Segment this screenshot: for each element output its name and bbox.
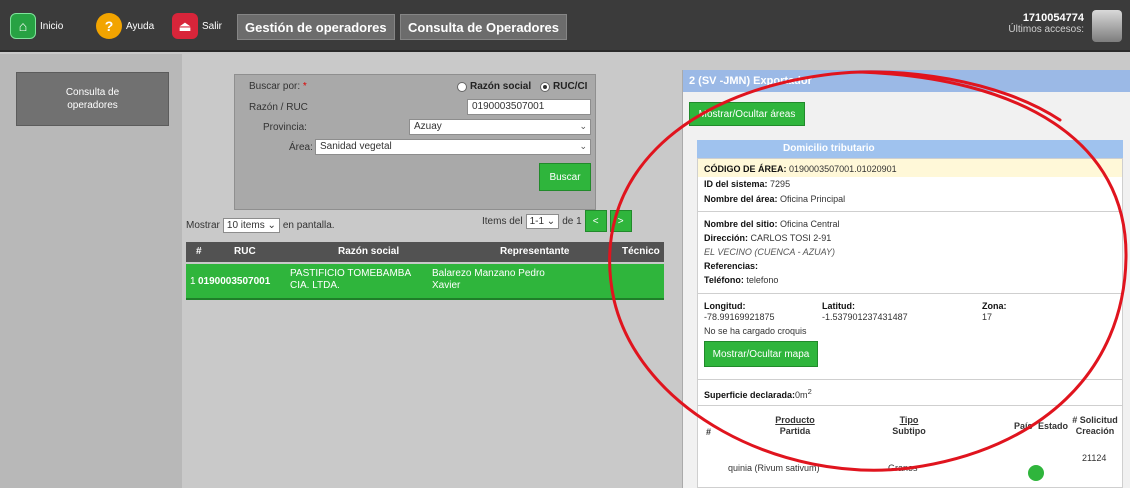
- sidebar-item-label: Consulta de operadores: [65, 87, 120, 111]
- col-tecnico: Técnico: [622, 246, 660, 257]
- table-row[interactable]: 1 0190003507001 PASTIFICIO TOMEBAMBA CIA…: [186, 264, 664, 300]
- col-num: #: [706, 427, 712, 437]
- radio-razon-social[interactable]: Razón social: [457, 81, 531, 92]
- latitud-label: Latitud:: [822, 301, 855, 311]
- buscar-por-label: Buscar por: *: [249, 81, 307, 92]
- radio-ruc-dot: [540, 81, 550, 92]
- domicilio-section-title: Domicilio tributario: [697, 140, 1123, 158]
- items-per-page-select[interactable]: 10 items ⌄: [222, 218, 280, 233]
- search-area: Buscar por: * Razón social RUC/CI Razón …: [182, 54, 668, 488]
- ayuda-label: Ayuda: [126, 20, 155, 32]
- inicio-label: Inicio: [40, 20, 64, 32]
- cell-representante: Balarezo Manzano Pedro Xavier: [432, 268, 545, 291]
- operator-detail-panel: 2 (SV -JMN) Exportador Mostrar/Ocultar á…: [682, 70, 1130, 488]
- search-form: Buscar por: * Razón social RUC/CI Razón …: [234, 74, 596, 210]
- chevron-down-icon: ⌄: [579, 141, 587, 151]
- superficie-declarada: Superficie declarada:0m2: [704, 387, 812, 400]
- items-per-page: Mostrar 10 items ⌄ en pantalla.: [186, 218, 335, 233]
- col-solicitud: # Solicitud Creación: [1072, 415, 1118, 436]
- detail-header: 2 (SV -JMN) Exportador: [683, 70, 1130, 92]
- referencias: Referencias:: [704, 261, 759, 271]
- col-representante: Representante: [500, 246, 570, 257]
- cell-razon-social: PASTIFICIO TOMEBAMBA CIA. LTDA.: [290, 268, 411, 291]
- home-icon: ⌂: [10, 13, 36, 39]
- area-label: Área:: [289, 142, 313, 153]
- divider: [698, 379, 1122, 380]
- divider: [698, 211, 1122, 212]
- provincia-select[interactable]: Azuay ⌄: [409, 119, 591, 135]
- next-page-button[interactable]: >: [609, 210, 632, 232]
- sidebar-item-consulta-operadores[interactable]: Consulta de operadores: [16, 72, 169, 126]
- salir-button[interactable]: ⏏ Salir: [172, 12, 222, 40]
- nombre-sitio: Nombre del sitio: Oficina Central: [704, 219, 840, 229]
- pagination: Items del 1-1 ⌄ de 1 < >: [482, 210, 632, 232]
- inicio-button[interactable]: ⌂ Inicio: [10, 12, 63, 40]
- prev-page-button[interactable]: <: [584, 210, 607, 232]
- chevron-down-icon: ⌄: [579, 121, 587, 131]
- user-info: 1710054774 Últimos accesos:: [1008, 12, 1084, 35]
- col-pais: País: [1014, 421, 1033, 431]
- salir-label: Salir: [202, 20, 223, 32]
- col-producto: Producto Partida: [775, 415, 815, 436]
- croquis-note: No se ha cargado croquis: [704, 326, 807, 336]
- row-tipo: Granos: [888, 463, 918, 473]
- tab-consulta-operadores[interactable]: Consulta de Operadores: [400, 14, 567, 40]
- cell-num: 1: [190, 276, 196, 287]
- status-dot-icon: [1028, 465, 1044, 481]
- cell-ruc: 0190003507001: [198, 276, 271, 287]
- col-estado: Estado: [1038, 421, 1069, 431]
- zona-value: 17: [982, 312, 993, 322]
- last-access: Últimos accesos:: [1008, 24, 1084, 35]
- help-icon: ?: [96, 13, 122, 39]
- direccion: Dirección: CARLOS TOSI 2-91: [704, 233, 832, 243]
- col-num: #: [196, 246, 202, 257]
- divider: [698, 405, 1122, 406]
- col-tipo: Tipo Subtipo: [892, 415, 926, 436]
- longitud-value: -78.99169921875: [704, 312, 775, 322]
- top-bar: ⌂ Inicio ? Ayuda ⏏ Salir Gestión de oper…: [0, 0, 1130, 52]
- radio-ruc-ci[interactable]: RUC/CI: [540, 81, 587, 92]
- row-producto: quinia (Rivum sativum): [728, 463, 820, 473]
- col-razon-social: Razón social: [338, 246, 400, 257]
- nombre-area: Nombre del área: Oficina Principal: [704, 194, 846, 204]
- latitud-value: -1.537901237431487: [822, 312, 908, 322]
- avatar[interactable]: [1092, 10, 1122, 42]
- longitud-label: Longitud:: [704, 301, 746, 311]
- telefono: Teléfono: telefono: [704, 275, 779, 285]
- page-range-select[interactable]: 1-1 ⌄: [525, 213, 560, 229]
- razon-ruc-label: Razón / RUC: [249, 102, 308, 113]
- radio-razon-dot: [457, 81, 467, 92]
- ruc-input[interactable]: 0190003507001: [467, 99, 591, 115]
- col-ruc: RUC: [234, 246, 256, 257]
- exit-icon: ⏏: [172, 13, 198, 39]
- table-header: # RUC Razón social Representante Técnico: [186, 242, 664, 262]
- id-sistema: ID del sistema: 7295: [704, 179, 791, 189]
- toggle-areas-button[interactable]: Mostrar/Ocultar áreas: [689, 102, 805, 126]
- zona-label: Zona:: [982, 301, 1007, 311]
- user-id: 1710054774: [1022, 12, 1084, 24]
- buscar-button[interactable]: Buscar: [539, 163, 591, 191]
- divider: [698, 293, 1122, 294]
- row-solicitud: 21124: [1082, 453, 1107, 463]
- area-select[interactable]: Sanidad vegetal ⌄: [315, 139, 591, 155]
- ubicacion: EL VECINO (CUENCA - AZUAY): [704, 247, 836, 257]
- sidebar: Consulta de operadores: [0, 54, 182, 488]
- domicilio-details: CÓDIGO DE ÁREA: 0190003507001.01020901 I…: [697, 158, 1123, 488]
- codigo-area: CÓDIGO DE ÁREA: 0190003507001.01020901: [704, 164, 897, 174]
- tab-gestion-operadores[interactable]: Gestión de operadores: [237, 14, 395, 40]
- toggle-mapa-button[interactable]: Mostrar/Ocultar mapa: [704, 341, 818, 367]
- provincia-label: Provincia:: [263, 122, 307, 133]
- ayuda-button[interactable]: ? Ayuda: [96, 12, 154, 40]
